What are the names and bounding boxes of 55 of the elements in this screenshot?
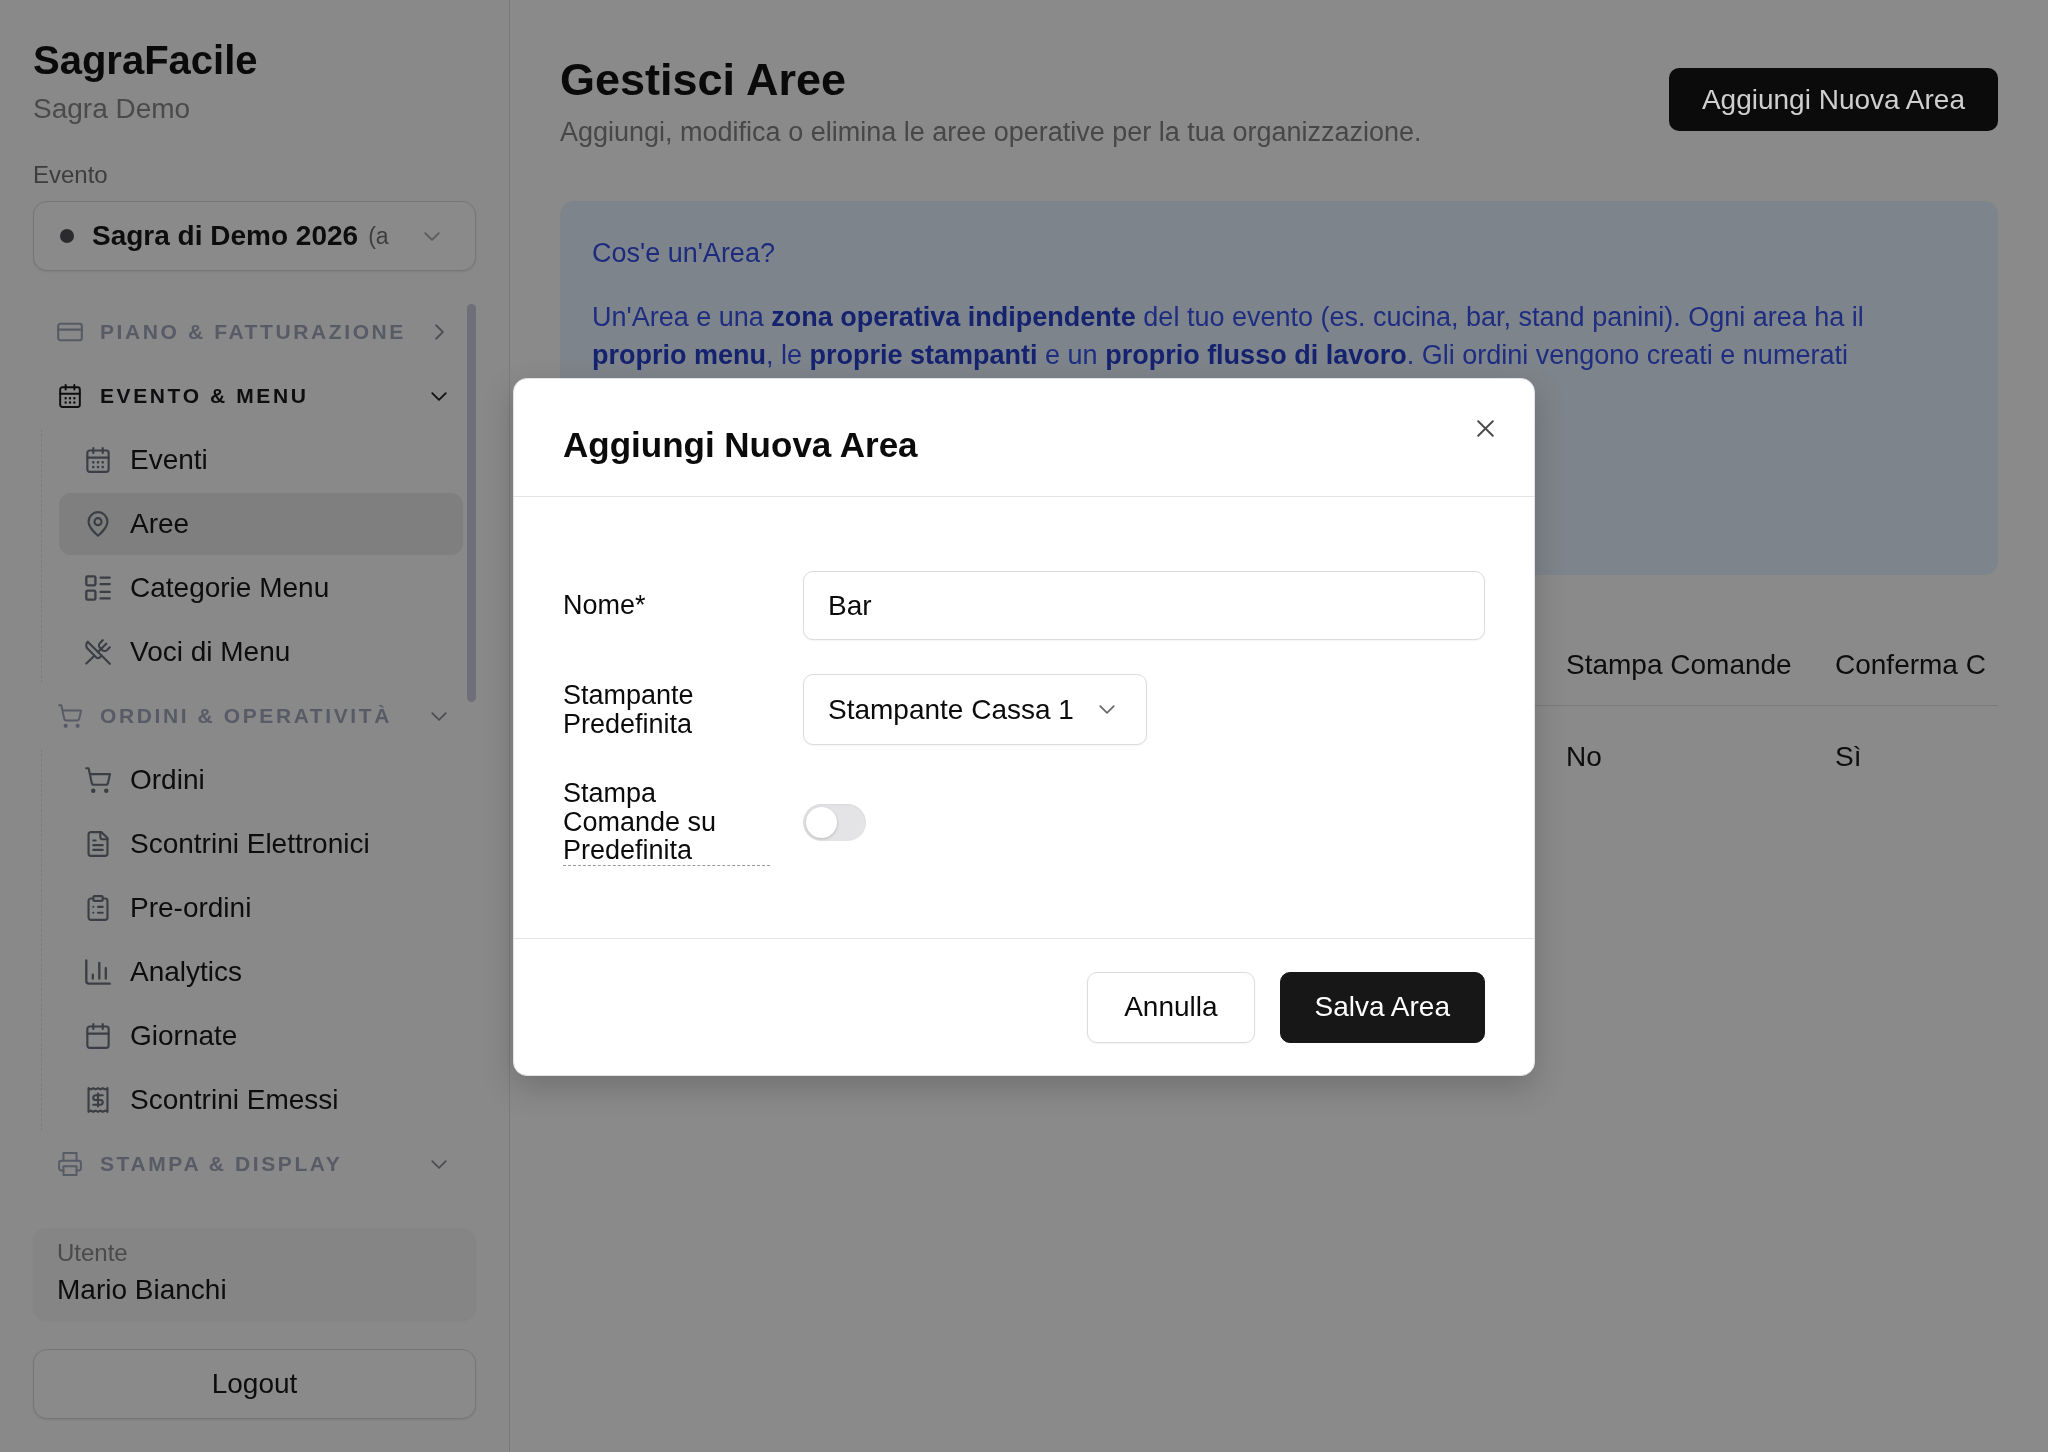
receipt-icon <box>85 1087 111 1113</box>
chevron-down-icon <box>1098 705 1115 714</box>
field-label: Stampante Predefinita <box>563 681 695 738</box>
table-cell-text: No <box>1565 740 1603 774</box>
nav-item[interactable]: Eventi <box>59 429 463 491</box>
event-select[interactable]: Sagra di Demo 2026 (a <box>33 201 476 271</box>
page-title: Gestisci Aree <box>560 54 846 106</box>
nav-item[interactable]: Categorie Menu <box>59 557 463 619</box>
organization-name: Sagra Demo <box>33 92 191 126</box>
calendar-icon <box>85 447 111 473</box>
user-label: Utente <box>57 1238 128 1268</box>
nav-item[interactable]: Giornate <box>59 1005 463 1067</box>
field-label: Stampa Comande su Predefinita <box>563 779 770 866</box>
scrollbar-thumb[interactable] <box>467 304 476 702</box>
cart-icon <box>85 767 111 793</box>
info-text: Un'Area e una zona operativa indipendente del tuo evento (es. cucina, bar, stand panini). Ogni area ha il proprio menu, le proprie stampanti e un proprio flusso di lavoro. Gli ordini vengono creati e numerati <box>592 301 1865 372</box>
status-dot-icon <box>60 229 74 243</box>
nav-item[interactable]: Voci di Menu <box>59 621 463 683</box>
field-label: Evento <box>33 160 108 190</box>
card-icon <box>57 320 83 344</box>
add-area-button[interactable]: Aggiungi Nuova Area <box>1668 68 1998 131</box>
info-title: Cos'e un'Area? <box>592 237 775 270</box>
save-button[interactable]: Salva Area <box>1279 971 1485 1043</box>
utensils-icon <box>85 639 111 665</box>
user-name: Mario Bianchi <box>57 1273 227 1307</box>
dialog-title: Aggiungi Nuova Area <box>563 425 918 465</box>
cart-icon <box>57 704 83 728</box>
bar-chart-icon <box>85 959 111 985</box>
map-pin-icon <box>85 511 111 537</box>
document-icon <box>85 831 111 857</box>
toggle-switch[interactable] <box>803 803 866 841</box>
nav-item[interactable]: Pre-ordini <box>59 877 463 939</box>
nav-item[interactable]: Scontrini Elettronici <box>59 813 463 875</box>
nav-item[interactable]: Scontrini Emessi <box>59 1069 463 1131</box>
calendar-icon <box>85 1023 111 1049</box>
logout-button[interactable]: Logout <box>33 1349 476 1419</box>
chevron-down-icon <box>424 231 440 241</box>
page-subtitle: Aggiungi, modifica o elimina le aree operative per la tua organizzazione. <box>560 116 1422 148</box>
table-cell-text: Sì <box>1834 740 1863 774</box>
calendar-icon <box>57 384 83 408</box>
printer-select[interactable]: Stampante Cassa 1 <box>803 674 1147 745</box>
column-header: Conferma C <box>1834 648 1987 682</box>
nav-section-header[interactable]: EVENTO & MENU <box>33 365 463 427</box>
name-input[interactable]: Bar <box>803 571 1485 640</box>
clipboard-icon <box>85 895 111 921</box>
nav-item[interactable]: Analytics <box>59 941 463 1003</box>
app-title: SagraFacile <box>33 37 258 84</box>
cancel-button[interactable]: Annulla <box>1087 971 1255 1043</box>
list-icon <box>85 575 111 601</box>
nav-item[interactable]: Aree <box>59 493 463 555</box>
nav-item[interactable]: Ordini <box>59 749 463 811</box>
field-label: Nome* <box>563 591 647 620</box>
column-header: Stampa Comande <box>1565 648 1793 682</box>
printer-icon <box>57 1152 83 1176</box>
close-icon <box>1476 419 1494 437</box>
